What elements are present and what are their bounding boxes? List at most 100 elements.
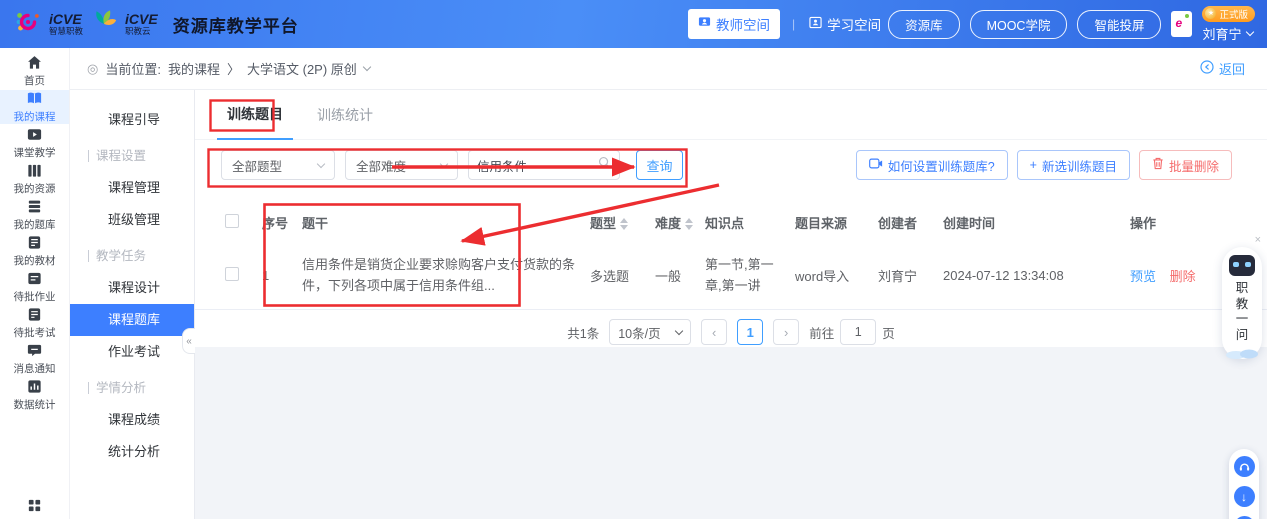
submenu-item-course-management[interactable]: 课程管理: [70, 172, 194, 204]
smart-cast-link[interactable]: 智能投屏: [1077, 10, 1161, 39]
sidebar-item-label: 数据统计: [14, 397, 56, 412]
customer-service-icon[interactable]: [1234, 456, 1255, 477]
page-size-select[interactable]: 10条/页: [609, 319, 691, 345]
cell-source: word导入: [790, 266, 873, 285]
breadcrumb-prefix: 当前位置:: [105, 59, 161, 78]
homework-icon: [26, 270, 43, 287]
chevron-down-icon: [1245, 27, 1253, 35]
platform-title: 资源库教学平台: [173, 12, 299, 37]
cell-type: 多选题: [585, 266, 650, 285]
cloud-decoration: [1224, 346, 1260, 364]
goto-page-input[interactable]: [840, 319, 876, 345]
resource-library-link[interactable]: 资源库: [888, 10, 960, 39]
bulk-delete-button[interactable]: 批量删除: [1139, 150, 1232, 180]
sidebar-item-message-notifications[interactable]: 消息通知: [0, 342, 69, 376]
student-space-button[interactable]: 学习空间: [807, 9, 883, 39]
icve-shell-logo-icon: [90, 8, 118, 41]
teacher-space-button[interactable]: 教师空间: [688, 9, 780, 39]
cell-creator: 刘育宁: [873, 266, 938, 285]
col-type[interactable]: 题型: [585, 213, 650, 232]
exam-icon: [26, 306, 43, 323]
delete-link[interactable]: 删除: [1170, 269, 1196, 284]
submenu-item-course-design[interactable]: 课程设计: [70, 272, 194, 304]
col-actions: 操作: [1125, 213, 1267, 232]
preview-link[interactable]: 预览: [1130, 269, 1156, 284]
layers-icon: [26, 198, 43, 215]
chevron-down-icon: [675, 326, 683, 334]
submenu-item-course-grades[interactable]: 课程成绩: [70, 404, 194, 436]
sidebar-item-classroom-teaching[interactable]: 课堂教学: [0, 126, 69, 160]
sidebar-item-label: 课堂教学: [14, 145, 56, 160]
question-type-value: 全部题型: [232, 156, 282, 175]
main-panel: 训练题目 训练统计 全部题型 全部难度 查询 如何设置训练题库? +: [195, 90, 1267, 347]
mooc-college-link[interactable]: MOOC学院: [970, 10, 1068, 39]
sidebar-item-home[interactable]: 首页: [0, 54, 69, 88]
sidebar-item-my-textbooks[interactable]: 我的教材: [0, 234, 69, 268]
location-pin-icon: ◎: [87, 61, 98, 77]
logo-primary-sub: 智慧职教: [49, 27, 83, 36]
col-creator: 创建者: [873, 213, 938, 232]
col-created-time: 创建时间: [938, 213, 1125, 232]
select-all-checkbox[interactable]: [225, 214, 239, 228]
video-icon: [26, 126, 43, 143]
sidebar-item-label: 我的课程: [14, 109, 56, 124]
sort-icon[interactable]: [685, 218, 693, 230]
sidebar-item-data-statistics[interactable]: 数据统计: [0, 378, 69, 412]
back-button[interactable]: 返回: [1200, 59, 1245, 78]
sidebar-item-label: 首页: [24, 73, 45, 88]
tab-training-statistics[interactable]: 训练统计: [307, 105, 383, 139]
col-difficulty[interactable]: 难度: [650, 213, 700, 232]
difficulty-select[interactable]: 全部难度: [345, 150, 458, 180]
next-page-button[interactable]: ›: [773, 319, 799, 345]
user-menu[interactable]: 刘育宁: [1202, 24, 1252, 43]
mini-doc-icon[interactable]: e: [1171, 11, 1192, 37]
submenu-item-homework-exam[interactable]: 作业考试: [70, 336, 194, 368]
sidebar-item-pending-homework[interactable]: 待批作业: [0, 270, 69, 304]
add-training-questions-button[interactable]: + 新选训练题目: [1017, 150, 1130, 180]
sidebar-item-my-resources[interactable]: 我的资源: [0, 162, 69, 196]
sidebar-item-label: 我的资源: [14, 181, 56, 196]
submenu-item-course-guide[interactable]: 课程引导: [70, 104, 194, 136]
breadcrumb-current[interactable]: 大学语文 (2P) 原创: [247, 59, 357, 78]
col-index: 序号: [257, 213, 297, 232]
page-1-button[interactable]: 1: [737, 319, 763, 345]
assistant-widget[interactable]: × 职 教 一 问: [1222, 247, 1262, 359]
prev-page-button[interactable]: ‹: [701, 319, 727, 345]
col-source: 题目来源: [790, 213, 873, 232]
breadcrumb-bar: ◎ 当前位置: 我的课程 〉 大学语文 (2P) 原创 返回: [70, 48, 1267, 90]
chevron-down-icon[interactable]: [363, 63, 371, 71]
page-size-value: 10条/页: [618, 323, 660, 342]
close-icon[interactable]: ×: [1255, 234, 1261, 246]
cell-created-time: 2024-07-12 13:34:08: [938, 268, 1125, 283]
app-root: iCVE 智慧职教 iCVE 职教云 资源库教学平台 教师: [0, 0, 1267, 519]
question-type-select[interactable]: 全部题型: [221, 150, 335, 180]
assistant-label: 职 教 一 问: [1222, 281, 1262, 343]
trash-icon: [1152, 157, 1164, 173]
shelf-icon: [26, 162, 43, 179]
download-icon[interactable]: ↓: [1234, 486, 1255, 507]
sidebar-item-my-question-bank[interactable]: 我的题库: [0, 198, 69, 232]
how-to-setup-button[interactable]: 如何设置训练题库?: [856, 150, 1008, 180]
sidebar-item-label: 待批考试: [14, 325, 56, 340]
keyword-input[interactable]: [477, 158, 598, 172]
col-knowledge: 知识点: [700, 213, 790, 232]
robot-icon: [1229, 255, 1255, 276]
submenu-item-class-management[interactable]: 班级管理: [70, 204, 194, 236]
submenu-item-course-question-bank[interactable]: 课程题库: [70, 304, 194, 336]
row-checkbox[interactable]: [225, 267, 239, 281]
video-help-icon: [869, 158, 883, 172]
sidebar-item-my-courses[interactable]: 我的课程: [0, 90, 69, 124]
cell-stem: 信用条件是销货企业要求赊购客户支付货款的条件，下列各项中属于信用条件组...: [297, 254, 585, 297]
breadcrumb: ◎ 当前位置: 我的课程 〉 大学语文 (2P) 原创: [87, 59, 370, 78]
logo-secondary-text: iCVE 职教云: [125, 12, 158, 36]
sort-icon[interactable]: [620, 218, 628, 230]
submenu-item-statistics-analysis[interactable]: 统计分析: [70, 436, 194, 468]
breadcrumb-path[interactable]: 我的课程: [168, 59, 220, 78]
tab-training-questions[interactable]: 训练题目: [217, 104, 293, 140]
sidebar-collapse-handle[interactable]: «: [182, 328, 195, 354]
user-box: ★ 正式版 刘育宁: [1202, 6, 1255, 43]
query-button[interactable]: 查询: [636, 150, 683, 180]
sidebar-item-pending-exams[interactable]: 待批考试: [0, 306, 69, 340]
submenu-header-course-settings: 课程设置: [70, 140, 194, 172]
sidebar-item-apps[interactable]: [0, 494, 69, 517]
